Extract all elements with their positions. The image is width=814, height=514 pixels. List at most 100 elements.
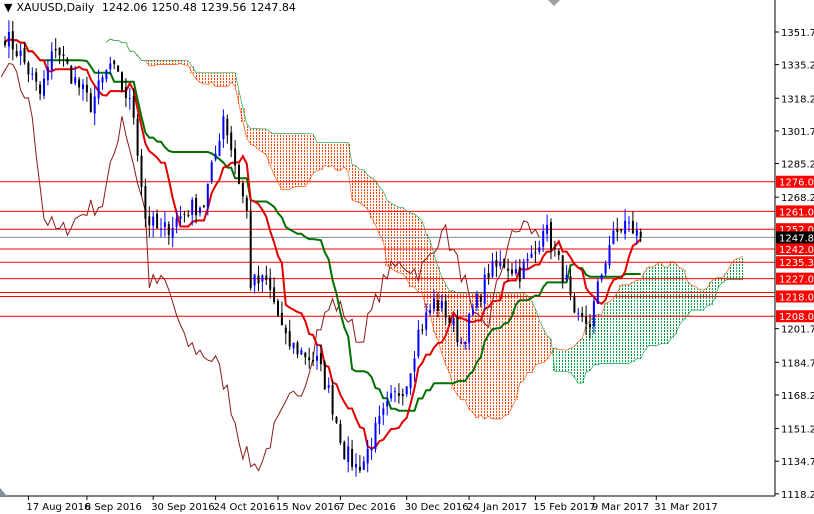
candle-body (105, 70, 108, 80)
candle-body (522, 262, 525, 279)
ichimoku-cloud-segment (381, 191, 386, 241)
candle-body (534, 252, 537, 254)
candle-body (31, 73, 34, 75)
candle-body (433, 298, 435, 309)
candle-body (503, 258, 506, 268)
candle-body (152, 216, 155, 226)
candle-body (436, 300, 439, 311)
chart-header: ▼ XAUUSD,Daily 1242.06 1250.48 1239.56 1247.… (4, 1, 300, 14)
ichimoku-cloud-segment (326, 142, 331, 168)
chart-shift-marker[interactable] (0, 488, 7, 496)
ichimoku-cloud-segment (303, 133, 308, 187)
candle-body (312, 360, 315, 362)
ichimoku-cloud-segment (272, 133, 276, 176)
ichimoku-cloud-segment (533, 308, 538, 366)
collapse-triangle-icon[interactable]: ▼ (4, 1, 12, 14)
candle-body (187, 214, 190, 216)
x-tick-label: 15 Feb 2017 (533, 502, 595, 513)
ichimoku-cloud-segment (705, 288, 709, 307)
ichimoku-cloud-segment (494, 293, 499, 420)
candle-body (624, 220, 627, 234)
ichimoku-cloud-segment (276, 133, 280, 183)
ichimoku-cloud-segment (611, 298, 616, 365)
candle-body (85, 84, 88, 93)
ichimoku-cloud-segment (209, 72, 214, 83)
candle-body (351, 448, 354, 467)
candle-body (191, 199, 194, 215)
candle-body (631, 220, 634, 234)
candle-body (284, 327, 287, 334)
y-tick-label: 1118.20 (781, 490, 814, 501)
ichimoku-cloud-segment (221, 72, 226, 87)
candle-body (514, 268, 517, 274)
candle-body (179, 216, 182, 219)
ichimoku-cloud-segment (428, 240, 432, 314)
ichimoku-cloud-segment (568, 348, 573, 374)
ichimoku-cloud-segment (229, 72, 234, 83)
candle-body (202, 205, 205, 207)
ichimoku-cloud-segment (104, 41, 109, 43)
ichimoku-cloud-segment (338, 142, 343, 171)
ichimoku-cloud-segment (291, 133, 296, 188)
ichimoku-cloud-segment (420, 221, 425, 294)
candle-body (538, 247, 541, 252)
candle-body (335, 416, 338, 423)
candle-body (362, 461, 365, 470)
candle-body (124, 87, 127, 98)
candle-body (171, 227, 174, 238)
ichimoku-cloud-segment (502, 293, 507, 417)
candle-body (54, 48, 57, 51)
candle-body (296, 342, 299, 355)
candle-body (218, 140, 221, 157)
candle-body (635, 229, 638, 236)
candle-body (546, 224, 549, 234)
candle-body (327, 385, 330, 388)
y-tick-label: 1318.20 (781, 94, 814, 105)
ichimoku-cloud-segment (354, 165, 358, 203)
candle-body (585, 316, 588, 324)
ichimoku-cloud-segment (474, 293, 479, 418)
ichimoku-cloud-segment (400, 207, 405, 274)
candle-body (288, 331, 291, 347)
candle-body (316, 355, 318, 361)
candle-body (167, 224, 170, 236)
candle-body (140, 155, 143, 188)
candle-body (319, 353, 322, 365)
candle-body (382, 408, 385, 415)
ichimoku-cloud-segment (318, 142, 323, 170)
ichimoku-cloud-segment (701, 290, 705, 311)
ichimoku-cloud-segment (537, 320, 542, 364)
candle-body (265, 275, 268, 280)
candle-body (4, 41, 6, 46)
candle-body (413, 358, 416, 372)
ichimoku-cloud-segment (346, 142, 351, 172)
candle-body (616, 228, 619, 232)
candle-body (483, 274, 486, 304)
ichimoku-cloud-segment (572, 346, 577, 378)
ichimoku-cloud-segment (541, 328, 546, 364)
ichimoku-cloud-segment (521, 293, 526, 382)
candle-body (35, 72, 38, 82)
y-tick-label: 1134.70 (781, 457, 814, 468)
y-tick-label: 1268.20 (781, 193, 814, 204)
level-price-label: 1218.00 (779, 292, 814, 303)
ichimoku-cloud-segment (576, 341, 581, 384)
x-tick-label: 15 Nov 2016 (276, 502, 340, 513)
ichimoku-cloud-segment (693, 286, 698, 311)
candle-body (557, 251, 560, 256)
ichimoku-cloud-segment (393, 205, 397, 272)
candle-body (507, 268, 510, 271)
candle-body (245, 197, 248, 212)
candle-body (11, 31, 14, 50)
candle-body (43, 78, 45, 96)
y-tick-label: 1168.20 (781, 391, 814, 402)
candle-body (472, 309, 474, 315)
candle-body (27, 62, 30, 75)
ichimoku-cloud-segment (260, 128, 265, 153)
candle-body (429, 310, 432, 314)
chart-shift-handle[interactable] (548, 0, 560, 6)
candle-body (550, 222, 552, 251)
candle-body (499, 261, 502, 267)
x-tick-label: 31 Mar 2017 (654, 502, 717, 513)
candle-body (553, 247, 556, 250)
